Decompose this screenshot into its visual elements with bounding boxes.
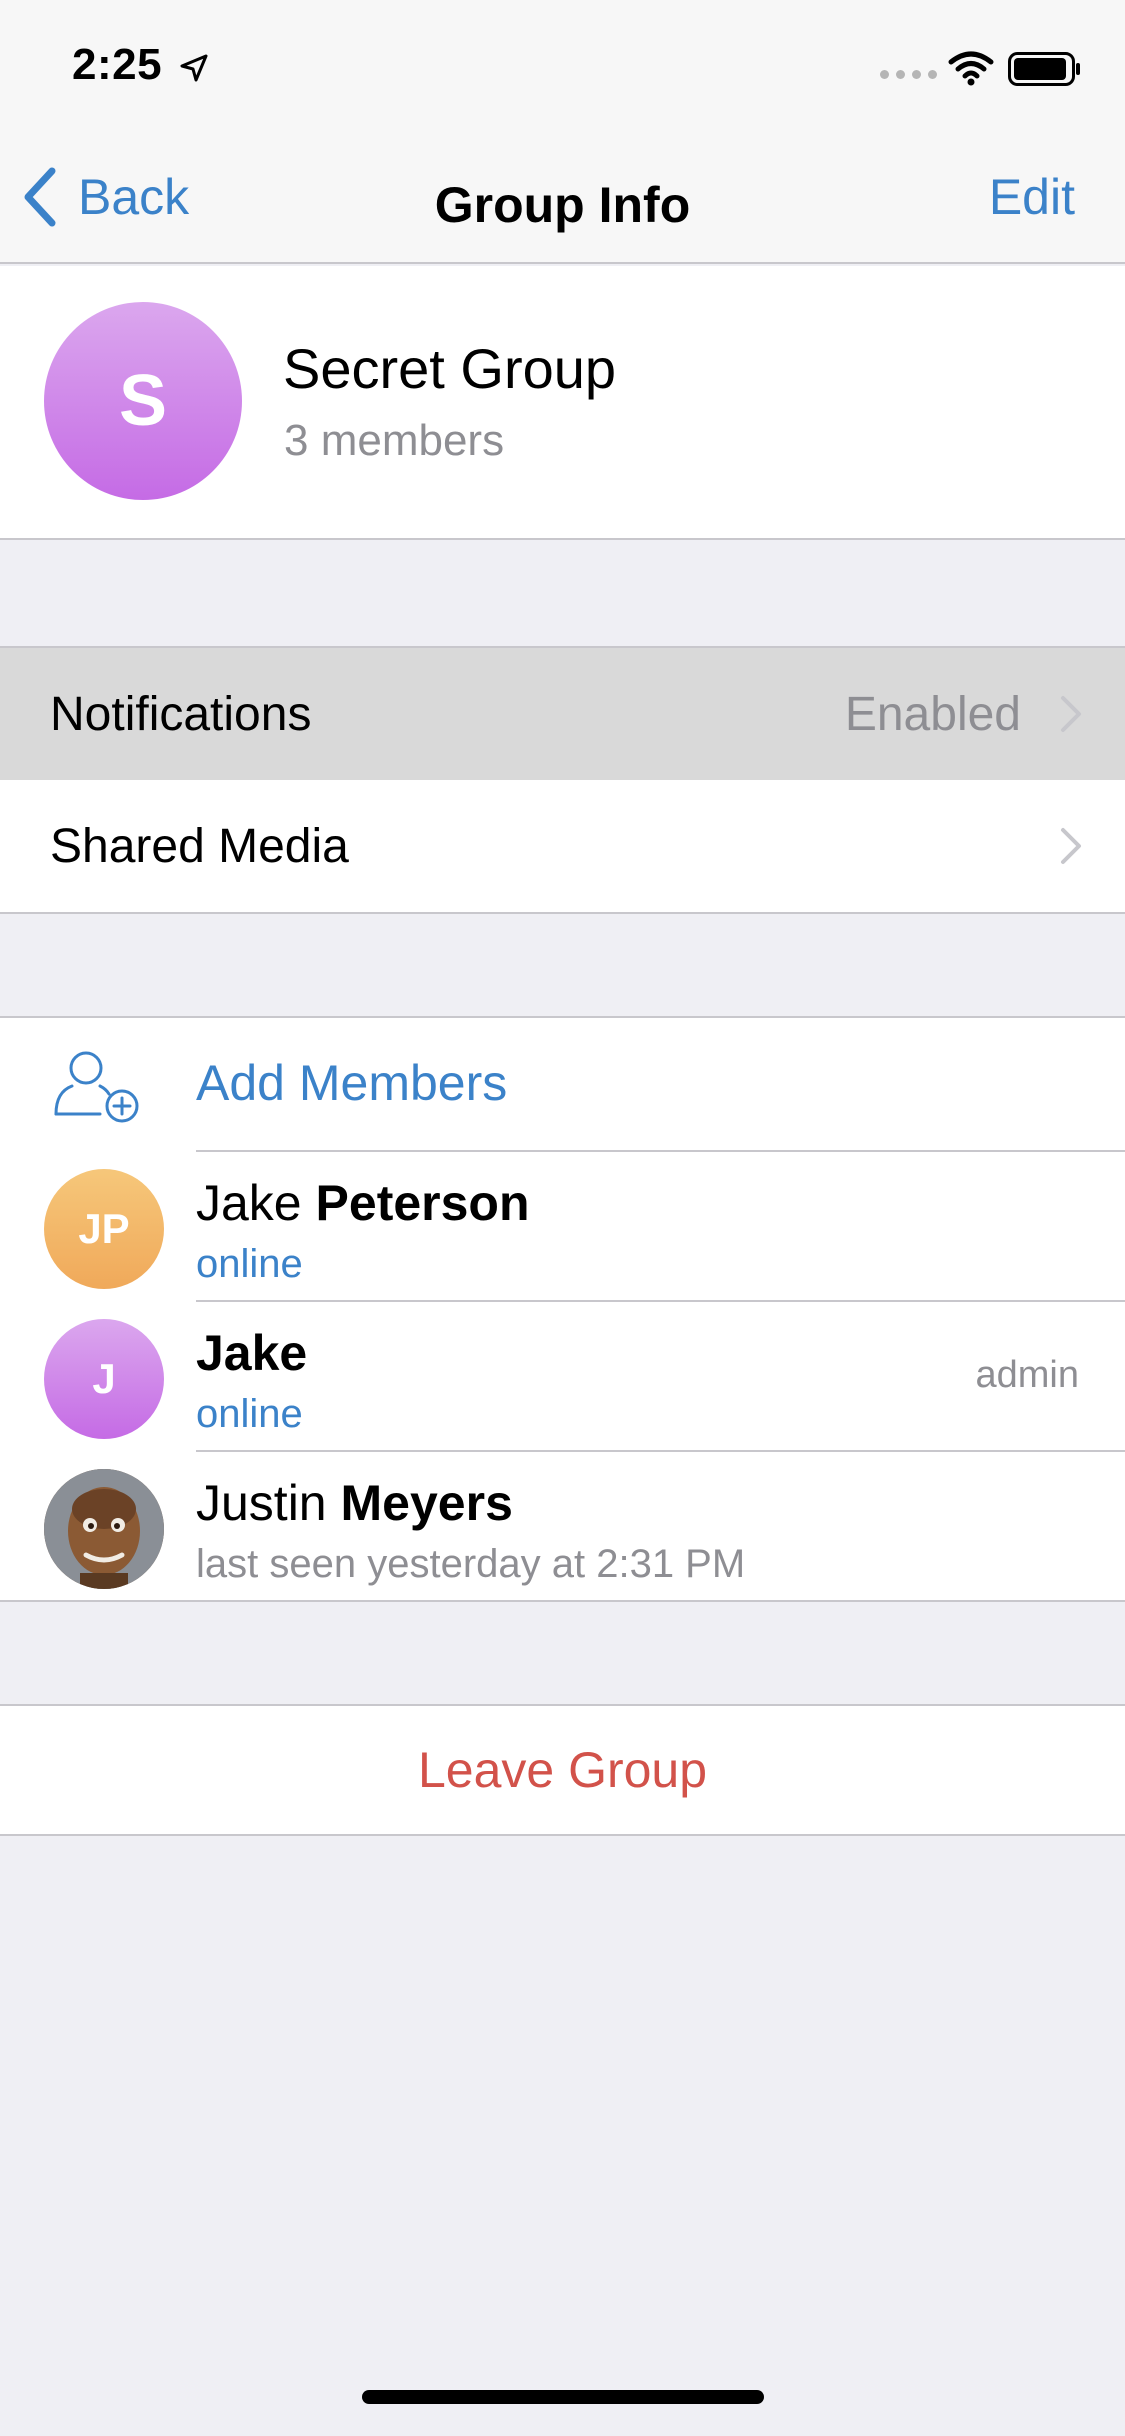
avatar: JP: [44, 1169, 164, 1289]
page-title: Group Info: [434, 177, 691, 233]
home-indicator[interactable]: [362, 2390, 764, 2404]
wifi-icon: [948, 51, 994, 86]
group-name: Secret Group: [283, 337, 617, 400]
status-bar: 2:25: [0, 0, 1125, 132]
member-row[interactable]: JP Jake Peterson online: [0, 1150, 1125, 1300]
notifications-label: Notifications: [50, 687, 312, 741]
member-first-name: Jake: [196, 1175, 302, 1231]
add-user-icon: [54, 1051, 139, 1123]
chevron-right-icon: [1061, 696, 1081, 732]
member-name: Jake: [196, 1324, 307, 1382]
shared-media-label: Shared Media: [50, 819, 349, 873]
add-members-row[interactable]: Add Members: [0, 1018, 1125, 1150]
member-row[interactable]: J Jake online admin: [0, 1300, 1125, 1450]
notifications-row[interactable]: Notifications Enabled: [0, 648, 1125, 780]
divider: [196, 1300, 1125, 1302]
member-status: online: [196, 1242, 303, 1286]
notifications-value: Enabled: [844, 687, 1021, 741]
location-arrow-icon: [180, 54, 208, 82]
group-header: S Secret Group 3 members: [0, 266, 1125, 540]
member-role-badge: admin: [975, 1354, 1080, 1396]
shared-media-row[interactable]: Shared Media: [0, 780, 1125, 912]
leave-group-button[interactable]: Leave Group: [0, 1704, 1125, 1836]
avatar: J: [44, 1319, 164, 1439]
member-first-name: Jake: [196, 1325, 308, 1381]
settings-section: Notifications Enabled Shared Media: [0, 646, 1125, 914]
group-members-count: 3 members: [284, 416, 505, 465]
navigation-bar: Back Group Info Edit: [0, 132, 1125, 264]
battery-icon: [1008, 52, 1080, 86]
member-first-name: Justin: [196, 1475, 327, 1531]
group-info-screen: 2:25 Back Group Info Edit S Secret Group…: [0, 0, 1125, 2436]
group-avatar[interactable]: S: [44, 302, 242, 500]
divider: [196, 1450, 1125, 1452]
leave-group-label: Leave Group: [417, 1742, 708, 1798]
member-name: Justin Meyers: [196, 1474, 513, 1532]
avatar: [44, 1469, 164, 1589]
divider: [196, 1150, 1125, 1152]
edit-button[interactable]: Edit: [989, 168, 1075, 226]
status-time: 2:25: [72, 40, 163, 89]
member-status: online: [196, 1392, 303, 1436]
member-name: Jake Peterson: [196, 1174, 530, 1232]
member-last-name: Meyers: [340, 1475, 513, 1531]
member-row[interactable]: Justin Meyers last seen yesterday at 2:3…: [0, 1450, 1125, 1600]
chevron-right-icon: [1061, 828, 1081, 864]
photo-avatar-icon: [44, 1469, 164, 1589]
member-status: last seen yesterday at 2:31 PM: [196, 1542, 746, 1586]
add-members-label: Add Members: [196, 1055, 508, 1111]
members-section: Add Members JP Jake Peterson online J Ja…: [0, 1016, 1125, 1602]
member-last-name: Peterson: [315, 1175, 530, 1231]
cellular-signal-icon: [880, 70, 937, 79]
